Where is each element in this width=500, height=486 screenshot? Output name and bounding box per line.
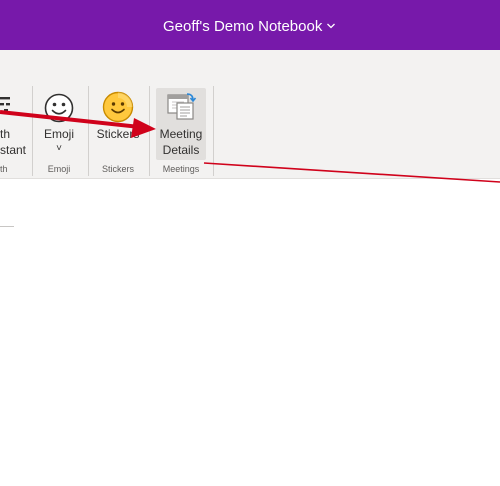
stickers-group-label: Stickers (101, 164, 134, 174)
partial-button-label-2: stant (0, 143, 27, 157)
stickers-label: Stickers (96, 127, 140, 141)
meeting-details-label-1: Meeting (159, 127, 203, 141)
emoji-group-label: Emoji (47, 164, 71, 174)
meeting-details-button[interactable]: Meeting Details (156, 88, 206, 160)
notebook-switcher-button[interactable]: Geoff's Demo Notebook (163, 16, 336, 36)
smiley-outline-icon (44, 93, 74, 123)
meeting-details-label-2: Details (162, 143, 200, 157)
partial-button-icon (0, 97, 10, 112)
app-window: Geoff's Demo Notebook th stant th Emoji … (0, 0, 500, 486)
smiley-sticker-icon (102, 91, 134, 123)
partial-group-label: th (0, 164, 8, 174)
meetings-group-label: Meetings (162, 164, 200, 174)
partial-ribbon-button[interactable]: th stant (0, 88, 27, 160)
emoji-label: Emoji (43, 127, 74, 141)
stickers-button[interactable]: Stickers (94, 88, 142, 160)
page-title-underline (0, 226, 14, 227)
group-divider (32, 86, 33, 176)
calendar-meeting-icon (167, 93, 197, 120)
partial-button-label-1: th (0, 127, 11, 141)
emoji-button[interactable]: Emoji ˅ (38, 88, 80, 160)
title-bar: Geoff's Demo Notebook (0, 0, 500, 50)
group-divider (213, 86, 214, 176)
notebook-name: Geoff's Demo Notebook (163, 17, 323, 35)
group-divider (88, 86, 89, 176)
emoji-chevron-icon: ˅ (56, 143, 62, 154)
group-divider (149, 86, 150, 176)
chevron-down-icon (327, 23, 336, 29)
